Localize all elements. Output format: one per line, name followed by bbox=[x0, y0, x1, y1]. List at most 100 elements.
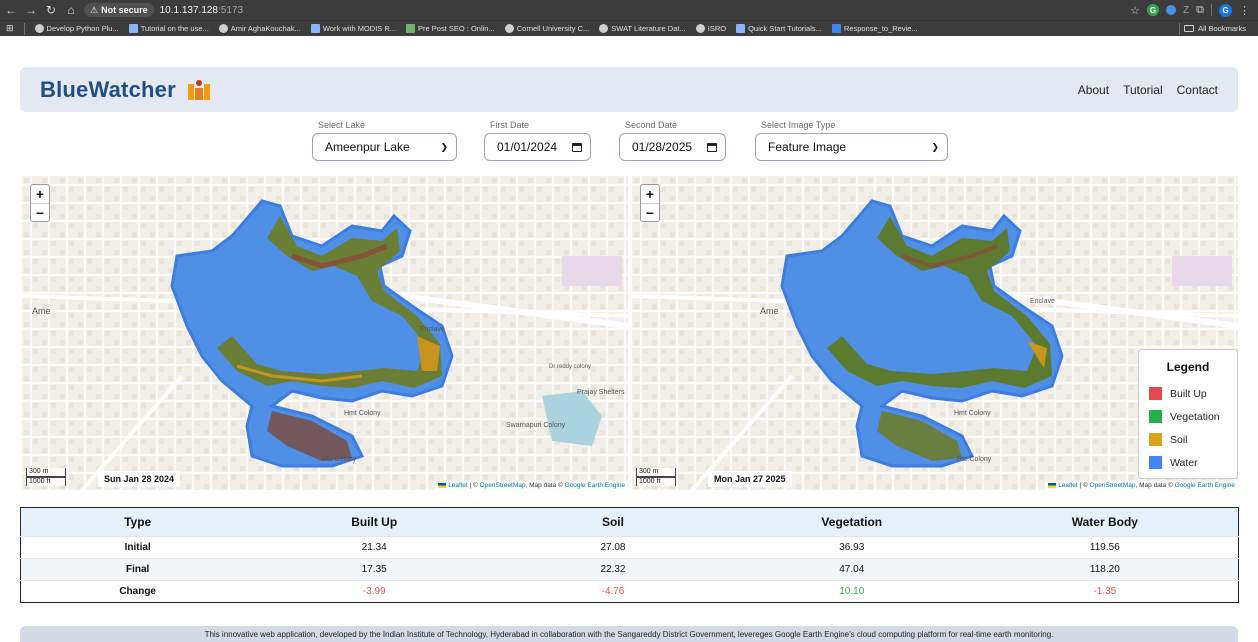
map-label-swarnapuri: Swarnapuri Colony bbox=[506, 422, 566, 429]
leaflet-link[interactable]: Leaflet bbox=[448, 482, 468, 489]
left-map[interactable]: Ame Enclave Hmt Colony Rtc Colony Prajay… bbox=[22, 176, 628, 490]
cell-soil: 27.08 bbox=[494, 536, 732, 559]
bookmark-item[interactable]: Develop Python Plu... bbox=[34, 24, 119, 33]
zoom-in-button[interactable]: + bbox=[31, 185, 49, 203]
gee-link[interactable]: Google Earth Engine bbox=[565, 482, 625, 489]
attribution-separator: | © bbox=[1077, 482, 1090, 489]
zoom-out-button[interactable]: − bbox=[641, 203, 659, 221]
map-attribution: Leaflet | © OpenStreetMap, Map data © Go… bbox=[1045, 481, 1238, 490]
legend-label: Vegetation bbox=[1170, 410, 1220, 423]
bookmark-item[interactable]: Cornell University C... bbox=[504, 24, 589, 33]
cell-vegetation: 36.93 bbox=[731, 536, 972, 559]
legend-item-vegetation: Vegetation bbox=[1149, 405, 1237, 428]
cell-built-up: 21.34 bbox=[254, 536, 495, 559]
address-bar[interactable]: ⚠ Not secure 10.1.137.128:5173 bbox=[84, 2, 243, 18]
gee-link[interactable]: Google Earth Engine bbox=[1175, 482, 1235, 489]
cell-water: -1.35 bbox=[971, 580, 1239, 603]
second-date-input[interactable]: 01/28/2025 bbox=[619, 133, 726, 161]
extension-icon[interactable] bbox=[1166, 5, 1177, 15]
bluewatcher-logo-icon bbox=[186, 78, 212, 102]
browser-toolbar: ← → ↻ ⌂ ⚠ Not secure 10.1.137.128:5173 ☆ … bbox=[0, 0, 1258, 20]
bookmark-item[interactable]: SWAT Literature Dat... bbox=[599, 24, 686, 33]
bookmark-label: Work with MODIS R... bbox=[322, 24, 397, 33]
image-type-select[interactable]: Feature Image ❯ bbox=[755, 133, 948, 161]
image-type-label: Select Image Type bbox=[761, 120, 836, 130]
map-label-hmt: Hmt Colony bbox=[954, 410, 991, 417]
left-scale-bar: 300 m 1000 ft bbox=[26, 468, 66, 486]
osm-link[interactable]: OpenStreetMap bbox=[1090, 482, 1136, 489]
nav-tutorial-link[interactable]: Tutorial bbox=[1123, 83, 1163, 97]
back-icon[interactable]: ← bbox=[2, 1, 20, 19]
star-icon[interactable]: ☆ bbox=[1130, 4, 1140, 17]
cell-water: 118.20 bbox=[971, 558, 1239, 581]
reload-icon[interactable]: ↻ bbox=[42, 1, 60, 19]
url-host: 10.1.137.128 bbox=[159, 4, 218, 16]
zotero-icon[interactable]: Z bbox=[1183, 5, 1189, 16]
bookmark-item[interactable]: Response_to_Revie... bbox=[831, 24, 918, 33]
lake-select[interactable]: Ameenpur Lake ❯ bbox=[312, 133, 457, 161]
calendar-icon[interactable] bbox=[572, 142, 582, 152]
scale-meters: 300 m bbox=[636, 468, 676, 477]
home-icon[interactable]: ⌂ bbox=[62, 1, 80, 19]
bookmark-item[interactable]: Tutorial on the use... bbox=[128, 24, 209, 33]
legend-swatch bbox=[1149, 433, 1162, 446]
bookmark-item[interactable]: Pre Post SEO : Onlin... bbox=[406, 24, 495, 33]
header-built-up: Built Up bbox=[254, 507, 495, 537]
map-label-rtc: Rtc Colony bbox=[957, 456, 992, 463]
calendar-icon[interactable] bbox=[707, 142, 717, 152]
bookmark-item[interactable]: ISRO bbox=[695, 24, 727, 33]
map-label-ameenpur: Ame bbox=[760, 306, 779, 316]
globe-icon bbox=[218, 24, 228, 33]
menu-kebab-icon[interactable]: ⋮ bbox=[1239, 4, 1250, 17]
globe-icon bbox=[504, 24, 514, 33]
bookmark-label: Tutorial on the use... bbox=[140, 24, 209, 33]
first-date-value: 01/01/2024 bbox=[497, 140, 558, 154]
osm-link[interactable]: OpenStreetMap bbox=[480, 482, 526, 489]
bookmark-label: Response_to_Revie... bbox=[843, 24, 918, 33]
table-row: Final 17.35 22.32 47.04 118.20 bbox=[20, 558, 1239, 581]
bookmarks-divider bbox=[1179, 22, 1181, 35]
header-soil: Soil bbox=[494, 507, 732, 537]
url-text[interactable]: 10.1.137.128:5173 bbox=[160, 5, 243, 16]
apps-grid-icon[interactable]: ⊞ bbox=[6, 23, 14, 34]
land-cover-table: Type Built Up Soil Vegetation Water Body… bbox=[20, 507, 1239, 603]
bookmark-label: Pre Post SEO : Onlin... bbox=[418, 24, 495, 33]
grammarly-icon[interactable]: G bbox=[1147, 4, 1160, 16]
bookmark-item[interactable]: Quick Start Tutorials... bbox=[736, 24, 822, 33]
profile-avatar[interactable]: G bbox=[1219, 3, 1232, 17]
attribution-mid: , Map data © bbox=[1135, 482, 1175, 489]
all-bookmarks-button[interactable]: All Bookmarks bbox=[1179, 22, 1258, 35]
row-type: Initial bbox=[20, 536, 255, 559]
scale-feet: 1000 ft bbox=[26, 477, 66, 486]
nav-contact-link[interactable]: Contact bbox=[1177, 83, 1218, 97]
globe-icon bbox=[695, 24, 705, 33]
zoom-out-button[interactable]: − bbox=[31, 203, 49, 221]
bookmarks-bar: ⊞ Develop Python Plu... Tutorial on the … bbox=[0, 20, 1258, 36]
warning-icon: ⚠ bbox=[90, 4, 99, 15]
right-zoom-control: + − bbox=[640, 184, 660, 222]
bookmark-item[interactable]: Amir AghaKouchak... bbox=[218, 24, 301, 33]
row-type: Final bbox=[20, 558, 255, 581]
nav-about-link[interactable]: About bbox=[1078, 83, 1109, 97]
cell-water: 119.56 bbox=[971, 536, 1239, 559]
image-type-group: Select Image Type Feature Image ❯ bbox=[755, 120, 950, 162]
scale-meters: 300 m bbox=[26, 468, 66, 477]
forward-icon[interactable]: → bbox=[22, 1, 40, 19]
bookmark-item[interactable]: Work with MODIS R... bbox=[310, 24, 397, 33]
brand-title[interactable]: BlueWatcher bbox=[40, 77, 176, 103]
map-label-enclave: Enclave bbox=[1030, 298, 1055, 305]
header-water-body: Water Body bbox=[971, 507, 1239, 537]
cell-vegetation: 10.10 bbox=[731, 580, 972, 603]
bookmarks-divider bbox=[23, 22, 25, 35]
first-date-input[interactable]: 01/01/2024 bbox=[484, 133, 591, 161]
leaflet-link[interactable]: Leaflet bbox=[1058, 482, 1078, 489]
tutorial-icon bbox=[736, 24, 746, 33]
extensions-puzzle-icon[interactable]: ⧉ bbox=[1196, 4, 1204, 17]
not-secure-badge[interactable]: ⚠ Not secure bbox=[84, 3, 154, 17]
lake-select-label: Select Lake bbox=[318, 120, 366, 130]
bookmark-label: ISRO bbox=[707, 24, 727, 33]
zoom-in-button[interactable]: + bbox=[641, 185, 659, 203]
legend-swatch bbox=[1149, 387, 1162, 400]
attribution-separator: | © bbox=[467, 482, 480, 489]
attribution-mid: , Map data © bbox=[525, 482, 565, 489]
